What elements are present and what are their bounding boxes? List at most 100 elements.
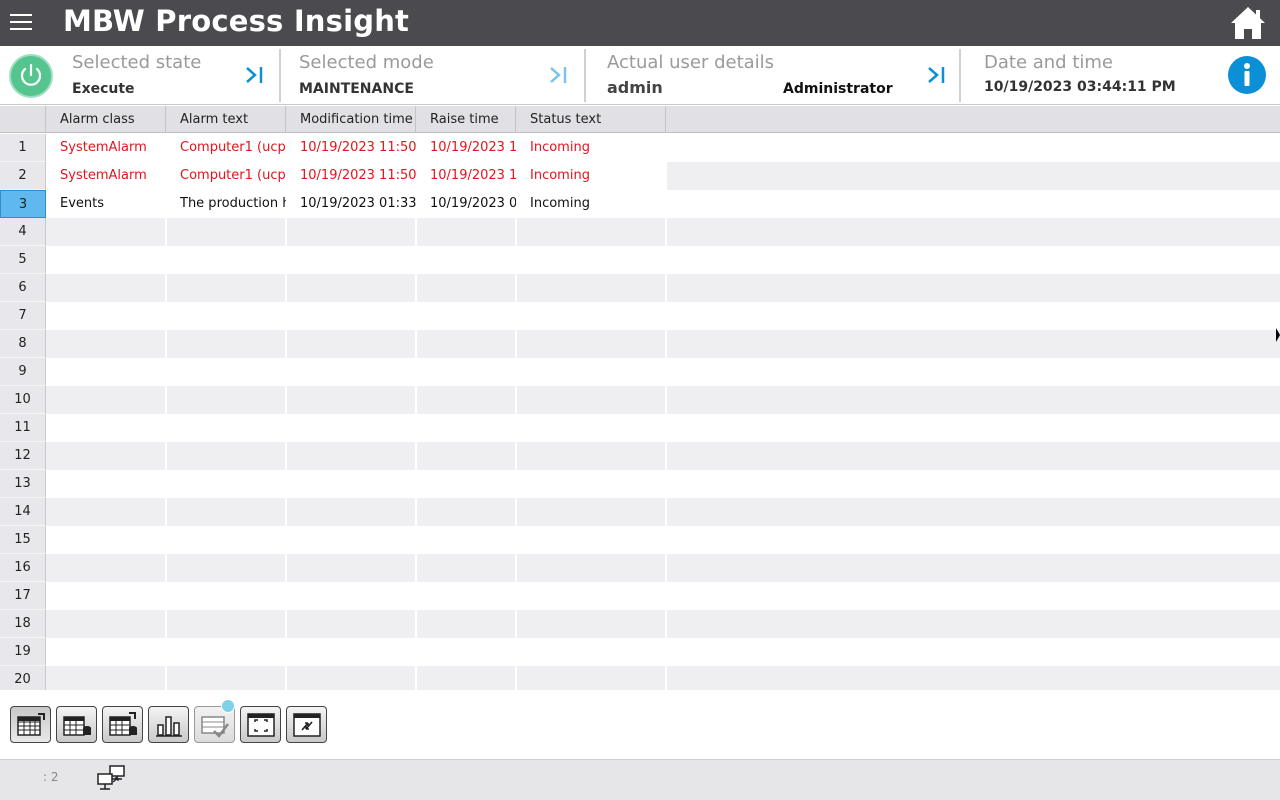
table-row[interactable]: 5	[0, 246, 1280, 274]
alarm-text-cell[interactable]	[166, 610, 286, 638]
row-number[interactable]: 13	[0, 470, 46, 498]
loop-in-alarm-button[interactable]	[286, 706, 327, 743]
raise-time-cell[interactable]	[416, 414, 516, 442]
power-icon[interactable]	[9, 54, 53, 98]
raise-time-cell[interactable]	[416, 330, 516, 358]
table-row[interactable]: 18	[0, 610, 1280, 638]
modification-time-cell[interactable]: 10/19/2023 11:50:	[286, 162, 416, 190]
row-number[interactable]: 5	[0, 246, 46, 274]
alarm-class-cell[interactable]	[46, 386, 166, 414]
status-text-cell[interactable]	[516, 386, 666, 414]
alarm-text-cell[interactable]	[166, 302, 286, 330]
modification-time-cell[interactable]	[286, 498, 416, 526]
status-text-cell[interactable]	[516, 442, 666, 470]
modification-time-cell[interactable]	[286, 666, 416, 690]
alarm-text-cell[interactable]: Computer1 (ucp-	[166, 162, 286, 190]
row-number[interactable]: 3	[0, 190, 46, 218]
alarm-archive-button[interactable]	[56, 706, 97, 743]
status-text-cell[interactable]	[516, 358, 666, 386]
alarm-text-cell[interactable]: Computer1 (ucp-	[166, 134, 286, 162]
alarm-text-cell[interactable]	[166, 414, 286, 442]
alarm-class-cell[interactable]	[46, 302, 166, 330]
table-row[interactable]: 11	[0, 414, 1280, 442]
row-number[interactable]: 4	[0, 218, 46, 246]
network-connection-icon[interactable]	[96, 764, 132, 794]
alarm-text-cell[interactable]	[166, 638, 286, 666]
raise-time-cell[interactable]: 10/19/2023 0	[416, 190, 516, 218]
row-number[interactable]: 6	[0, 274, 46, 302]
table-row[interactable]: 14	[0, 498, 1280, 526]
status-text-cell[interactable]	[516, 498, 666, 526]
row-number[interactable]: 16	[0, 554, 46, 582]
table-row[interactable]: 2 SystemAlarm Computer1 (ucp- 10/19/2023 11…	[0, 162, 1280, 190]
raise-time-cell[interactable]	[416, 218, 516, 246]
table-row[interactable]: 17	[0, 582, 1280, 610]
raise-time-cell[interactable]	[416, 246, 516, 274]
alarm-text-cell[interactable]	[166, 330, 286, 358]
alarm-class-cell[interactable]	[46, 470, 166, 498]
status-text-cell[interactable]	[516, 470, 666, 498]
status-text-cell[interactable]	[516, 526, 666, 554]
alarm-text-cell[interactable]	[166, 246, 286, 274]
row-number[interactable]: 8	[0, 330, 46, 358]
table-row[interactable]: 8	[0, 330, 1280, 358]
column-header-alarm-text[interactable]: Alarm text	[166, 106, 286, 133]
raise-time-cell[interactable]: 10/19/2023 1	[416, 162, 516, 190]
status-text-cell[interactable]: Incoming	[516, 162, 666, 190]
modification-time-cell[interactable]	[286, 358, 416, 386]
current-alarms-button[interactable]	[10, 706, 51, 743]
status-text-cell[interactable]	[516, 666, 666, 690]
table-row[interactable]: 1 SystemAlarm Computer1 (ucp- 10/19/2023 11…	[0, 134, 1280, 162]
alarm-text-cell[interactable]	[166, 274, 286, 302]
status-text-cell[interactable]	[516, 610, 666, 638]
status-text-cell[interactable]	[516, 274, 666, 302]
raise-time-cell[interactable]	[416, 386, 516, 414]
alarm-class-cell[interactable]	[46, 274, 166, 302]
alarm-class-cell[interactable]	[46, 666, 166, 690]
hamburger-menu-icon[interactable]	[10, 14, 32, 32]
table-row[interactable]: 10	[0, 386, 1280, 414]
alarm-table[interactable]: Alarm class Alarm text Modification time…	[0, 106, 1280, 690]
table-row[interactable]: 12	[0, 442, 1280, 470]
modification-time-cell[interactable]	[286, 554, 416, 582]
modification-time-cell[interactable]	[286, 274, 416, 302]
alarm-text-cell[interactable]	[166, 358, 286, 386]
raise-time-cell[interactable]	[416, 442, 516, 470]
alarm-class-cell[interactable]	[46, 554, 166, 582]
modification-time-cell[interactable]	[286, 442, 416, 470]
row-number[interactable]: 2	[0, 162, 46, 190]
alarm-text-cell[interactable]	[166, 498, 286, 526]
status-text-cell[interactable]	[516, 554, 666, 582]
alarm-class-cell[interactable]	[46, 582, 166, 610]
row-number[interactable]: 11	[0, 414, 46, 442]
status-text-cell[interactable]	[516, 330, 666, 358]
status-text-cell[interactable]	[516, 246, 666, 274]
alarm-class-cell[interactable]	[46, 246, 166, 274]
alarm-text-cell[interactable]	[166, 386, 286, 414]
alarm-text-cell[interactable]	[166, 442, 286, 470]
row-number[interactable]: 7	[0, 302, 46, 330]
table-row[interactable]: 13	[0, 470, 1280, 498]
user-next-icon[interactable]	[927, 64, 947, 86]
row-number[interactable]: 19	[0, 638, 46, 666]
alarm-text-cell[interactable]	[166, 526, 286, 554]
alarm-text-cell[interactable]	[166, 218, 286, 246]
mode-next-icon[interactable]	[549, 64, 569, 86]
raise-time-cell[interactable]	[416, 610, 516, 638]
raise-time-cell[interactable]	[416, 666, 516, 690]
table-row[interactable]: 16	[0, 554, 1280, 582]
alarm-class-cell[interactable]	[46, 526, 166, 554]
modification-time-cell[interactable]	[286, 470, 416, 498]
row-number[interactable]: 1	[0, 134, 46, 162]
column-header-alarm-class[interactable]: Alarm class	[46, 106, 166, 133]
status-text-cell[interactable]	[516, 414, 666, 442]
column-header-status-text[interactable]: Status text	[516, 106, 666, 133]
alarm-history-button[interactable]	[102, 706, 143, 743]
table-row[interactable]: 15	[0, 526, 1280, 554]
modification-time-cell[interactable]	[286, 582, 416, 610]
alarm-text-cell[interactable]	[166, 554, 286, 582]
table-row[interactable]: 3 Events The production h 10/19/2023 01:33:…	[0, 190, 1280, 218]
alarm-class-cell[interactable]	[46, 442, 166, 470]
status-text-cell[interactable]	[516, 582, 666, 610]
column-header-modification-time[interactable]: Modification time	[286, 106, 416, 133]
